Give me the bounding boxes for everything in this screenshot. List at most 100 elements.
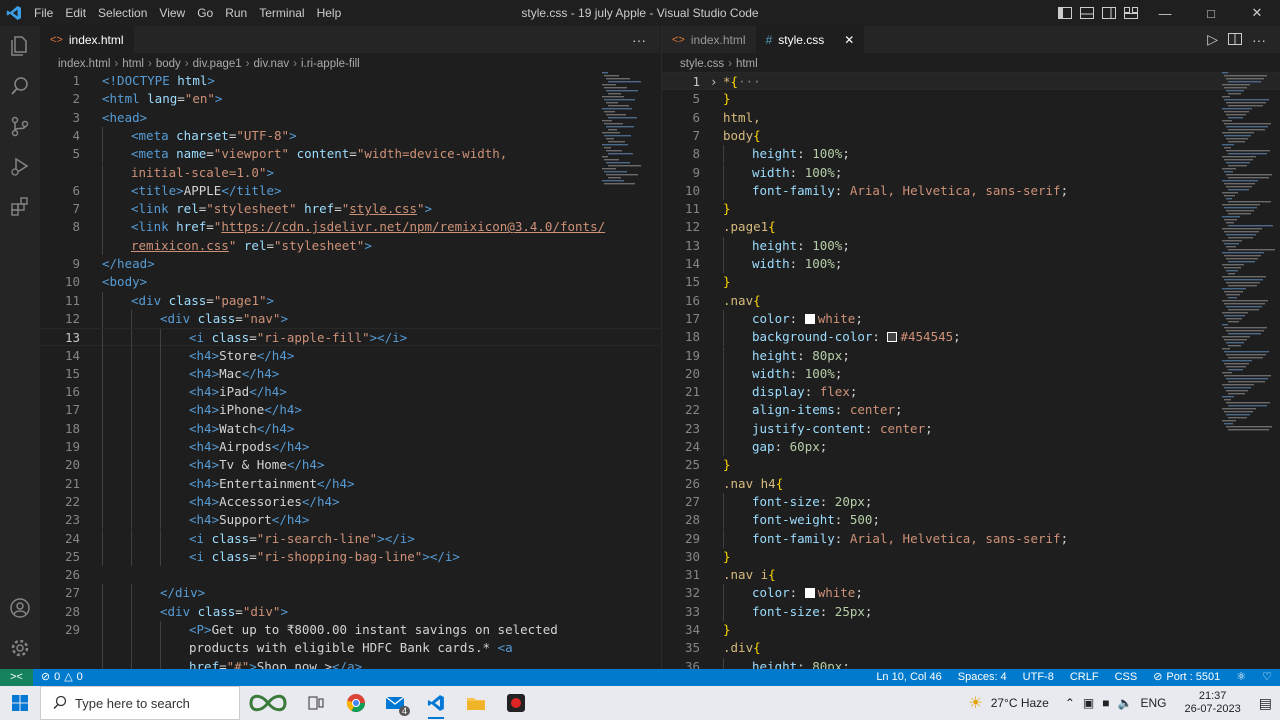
code-line[interactable]: 18 <h4>Watch</h4> bbox=[40, 419, 660, 438]
cursor-position[interactable]: Ln 10, Col 46 bbox=[868, 669, 949, 686]
vscode-taskbar-icon[interactable] bbox=[416, 686, 456, 720]
problems-indicator[interactable]: ⊘ 0 △ 0 bbox=[33, 669, 91, 686]
explorer-icon[interactable] bbox=[8, 34, 32, 58]
extensions-icon[interactable] bbox=[8, 194, 32, 218]
indentation[interactable]: Spaces: 4 bbox=[950, 669, 1015, 686]
menu-item-terminal[interactable]: Terminal bbox=[253, 0, 310, 26]
code-line[interactable]: 20 <h4>Tv & Home</h4> bbox=[40, 456, 660, 475]
breadcrumb-item[interactable]: div.nav bbox=[254, 58, 290, 70]
color-swatch[interactable] bbox=[887, 332, 898, 343]
live-server-port[interactable]: ⊘ Port : 5501 bbox=[1145, 669, 1228, 686]
maximize-icon[interactable]: □ bbox=[1188, 0, 1234, 26]
code-line[interactable]: 11} bbox=[662, 200, 1280, 218]
fold-chevron-icon[interactable]: › bbox=[710, 73, 718, 91]
code-line[interactable]: 23 <h4>Support</h4> bbox=[40, 511, 660, 530]
chevron-up-icon[interactable]: ⌃ bbox=[1065, 696, 1075, 710]
code-line[interactable]: 21 display: flex; bbox=[662, 383, 1280, 402]
account-icon[interactable] bbox=[8, 596, 32, 620]
menu-item-edit[interactable]: Edit bbox=[59, 0, 92, 26]
code-line[interactable]: 19 height: 80px; bbox=[662, 346, 1280, 365]
code-line[interactable]: 3 <head> bbox=[40, 109, 660, 127]
code-line[interactable]: 28 font-weight: 500; bbox=[662, 511, 1280, 530]
code-line[interactable]: 17 color: white; bbox=[662, 309, 1280, 329]
code-line[interactable]: 30} bbox=[662, 548, 1280, 566]
volume-icon[interactable]: 🔈 bbox=[1118, 696, 1133, 710]
code-line[interactable]: 36 height: 80px; bbox=[662, 657, 1280, 669]
code-line[interactable]: 1 *{··· › bbox=[662, 72, 1280, 91]
code-line[interactable]: 7 <link rel="stylesheet" href="style.css"… bbox=[40, 200, 660, 219]
color-swatch[interactable] bbox=[804, 313, 815, 324]
language-mode[interactable]: CSS bbox=[1107, 669, 1146, 686]
notifications-bell-icon[interactable]: ♡ bbox=[1254, 669, 1280, 686]
code-line[interactable]: 27 font-size: 20px; bbox=[662, 492, 1280, 512]
mail-icon[interactable]: 4 bbox=[376, 686, 416, 720]
clock[interactable]: 21:37 26-07-2023 bbox=[1184, 690, 1240, 716]
close-icon[interactable]: ✕ bbox=[1234, 0, 1280, 26]
code-line[interactable]: 29 <P>Get up to ₹8000.00 instant savings … bbox=[40, 621, 660, 640]
toggle-primary-sidebar-icon[interactable] bbox=[1054, 0, 1076, 26]
code-line[interactable]: 20 width: 100%; bbox=[662, 364, 1280, 384]
code-line[interactable]: 35 .div{ bbox=[662, 639, 1280, 657]
code-line[interactable]: 14 width: 100%; bbox=[662, 255, 1280, 274]
code-line[interactable]: 5 <meta name="viewport" content="width=de… bbox=[40, 145, 660, 164]
file-explorer-icon[interactable] bbox=[456, 686, 496, 720]
breadcrumb-item[interactable]: html bbox=[736, 58, 758, 70]
menu-item-run[interactable]: Run bbox=[219, 0, 253, 26]
task-view-icon[interactable] bbox=[296, 686, 336, 720]
weather-label[interactable]: 27°C Haze bbox=[991, 696, 1049, 710]
code-line[interactable]: 32 color: white; bbox=[662, 584, 1280, 603]
camera-icon[interactable]: ■ bbox=[1102, 696, 1109, 710]
code-line[interactable]: 21 <h4>Entertainment</h4> bbox=[40, 474, 660, 493]
network-icon[interactable]: ▣ bbox=[1083, 696, 1094, 710]
code-line[interactable]: 29 font-family: Arial, Helvetica, sans-se… bbox=[662, 529, 1280, 548]
breadcrumb-item[interactable]: div.page1 bbox=[193, 58, 242, 70]
menu-item-selection[interactable]: Selection bbox=[92, 0, 153, 26]
source-control-icon[interactable] bbox=[8, 114, 32, 138]
search-icon[interactable] bbox=[8, 74, 32, 98]
code-line[interactable]: 7 body{ bbox=[662, 127, 1280, 145]
code-line[interactable]: 28 <div class="div"> bbox=[40, 602, 660, 621]
toggle-panel-icon[interactable] bbox=[1076, 0, 1098, 26]
breadcrumb-item[interactable]: style.css bbox=[680, 58, 724, 70]
breadcrumb-item[interactable]: i.ri-apple-fill bbox=[301, 58, 360, 70]
color-swatch[interactable] bbox=[804, 588, 815, 599]
code-line[interactable]: 14 <h4>Store</h4> bbox=[40, 346, 660, 365]
menu-item-file[interactable]: File bbox=[28, 0, 59, 26]
code-line[interactable]: 16 .nav{ bbox=[662, 292, 1280, 310]
taskbar-search-box[interactable]: Type here to search bbox=[40, 686, 240, 720]
split-editor-icon[interactable] bbox=[1228, 32, 1242, 48]
code-line[interactable]: remixicon.css" rel="stylesheet"> bbox=[40, 236, 660, 255]
code-line[interactable]: 6 html, bbox=[662, 109, 1280, 127]
code-line[interactable]: 15} bbox=[662, 273, 1280, 291]
code-line[interactable]: 1 <!DOCTYPE html> bbox=[40, 72, 660, 90]
language-indicator[interactable]: ENG bbox=[1140, 696, 1166, 710]
code-line[interactable]: 4 <meta charset="UTF-8"> bbox=[40, 126, 660, 146]
code-line[interactable]: 26 bbox=[40, 566, 660, 584]
customize-layout-icon[interactable] bbox=[1120, 0, 1142, 26]
code-line[interactable]: products with eligible HDFC Bank cards.*… bbox=[40, 639, 660, 658]
end-of-line[interactable]: CRLF bbox=[1062, 669, 1107, 686]
code-line[interactable]: 9 </head> bbox=[40, 255, 660, 273]
windows-start-icon[interactable] bbox=[0, 686, 40, 720]
code-line[interactable]: 27 </div> bbox=[40, 584, 660, 603]
code-line[interactable]: 25} bbox=[662, 456, 1280, 474]
code-line[interactable]: 11 <div class="page1"> bbox=[40, 291, 660, 310]
code-line[interactable]: 12 <div class="nav"> bbox=[40, 309, 660, 329]
code-line[interactable]: 17 <h4>iPhone</h4> bbox=[40, 401, 660, 420]
encoding[interactable]: UTF-8 bbox=[1015, 669, 1062, 686]
code-line[interactable]: 24 <i class="ri-search-line"></i> bbox=[40, 529, 660, 548]
code-line[interactable]: 31 .nav i{ bbox=[662, 566, 1280, 584]
code-line[interactable]: 34} bbox=[662, 621, 1280, 639]
more-actions-icon[interactable]: ··· bbox=[632, 32, 646, 48]
code-line[interactable]: 6 <title>APPLE</title> bbox=[40, 181, 660, 201]
menu-item-help[interactable]: Help bbox=[311, 0, 348, 26]
code-line[interactable]: 10 font-family: Arial, Helvetica, sans-se… bbox=[662, 181, 1280, 201]
minimap[interactable] bbox=[600, 72, 646, 192]
chrome-icon[interactable] bbox=[336, 686, 376, 720]
code-line[interactable]: initial-scale=1.0"> bbox=[40, 163, 660, 182]
code-line[interactable]: 22 align-items: center; bbox=[662, 401, 1280, 420]
minimize-icon[interactable]: — bbox=[1142, 0, 1188, 26]
menu-item-go[interactable]: Go bbox=[191, 0, 219, 26]
code-line[interactable]: 16 <h4>iPad</h4> bbox=[40, 383, 660, 402]
code-line[interactable]: href="#">Shop now ></a> bbox=[40, 657, 660, 669]
